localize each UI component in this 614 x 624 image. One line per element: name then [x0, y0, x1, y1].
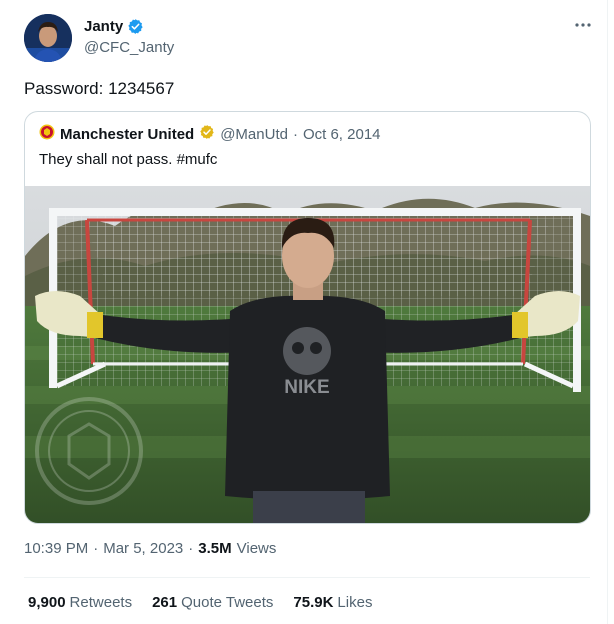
gold-verified-badge-icon — [199, 124, 215, 144]
tweet-time[interactable]: 10:39 PM — [24, 540, 88, 557]
likes-label: Likes — [337, 594, 373, 611]
tweet-text: Password: 1234567 — [24, 79, 175, 98]
quote-tweets-count: 261 — [152, 594, 178, 611]
quoted-header: Manchester United @ManUtd · Oct 6, 2014 — [39, 124, 381, 144]
author-handle[interactable]: @CFC_Janty — [84, 39, 174, 56]
engagement-stats: 9,900 Retweets 261 Quote Tweets 75.9K Li… — [28, 594, 372, 611]
retweets-label: Retweets — [69, 594, 133, 611]
quoted-date[interactable]: Oct 6, 2014 — [303, 126, 381, 143]
quoted-text: They shall not pass. #mufc — [39, 151, 218, 168]
quoted-media-image[interactable]: NIKE — [25, 186, 590, 523]
views-label: Views — [236, 540, 277, 557]
quoted-tweet[interactable]: Manchester United @ManUtd · Oct 6, 2014 … — [24, 111, 591, 524]
more-icon[interactable] — [574, 16, 592, 39]
quoted-display-name[interactable]: Manchester United — [60, 126, 194, 143]
quote-tweets-label: Quote Tweets — [181, 594, 274, 611]
verified-badge-icon — [127, 18, 144, 35]
shirt-brand-text: NIKE — [284, 377, 329, 398]
quote-tweets-stat[interactable]: 261 Quote Tweets — [152, 594, 273, 611]
author-display-name[interactable]: Janty — [84, 18, 123, 35]
author-avatar[interactable] — [24, 14, 72, 62]
tweet-meta: 10:39 PM · Mar 5, 2023 · 3.5M Views — [24, 540, 276, 557]
author-name-row: Janty — [84, 18, 144, 35]
tweet-date[interactable]: Mar 5, 2023 — [103, 540, 183, 557]
quoted-handle[interactable]: @ManUtd — [220, 126, 288, 143]
retweets-count: 9,900 — [28, 594, 66, 611]
likes-stat[interactable]: 75.9K Likes — [293, 594, 372, 611]
likes-count: 75.9K — [293, 594, 334, 611]
quoted-separator: · — [292, 125, 298, 143]
views-count: 3.5M — [198, 540, 232, 557]
stats-divider — [24, 577, 590, 578]
meta-separator: · — [188, 540, 194, 557]
club-crest-icon — [39, 124, 55, 144]
timeline-border — [607, 0, 608, 624]
meta-separator: · — [93, 540, 99, 557]
retweets-stat[interactable]: 9,900 Retweets — [28, 594, 132, 611]
